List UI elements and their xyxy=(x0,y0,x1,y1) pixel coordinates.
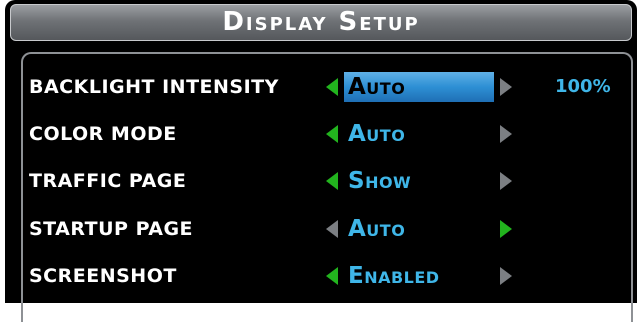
setting-row-color-mode[interactable]: COLOR MODE Auto xyxy=(0,116,637,150)
setting-label: SCREENSHOT xyxy=(29,265,177,287)
setting-label: TRAFFIC PAGE xyxy=(29,170,187,192)
setting-value: Auto xyxy=(348,121,406,147)
backlight-intensity-value-field[interactable]: Auto xyxy=(344,72,494,102)
setting-value: Enabled xyxy=(348,263,440,289)
arrow-right-icon[interactable] xyxy=(500,220,512,238)
setting-label: STARTUP PAGE xyxy=(29,218,194,240)
arrow-left-icon[interactable] xyxy=(326,220,338,238)
setting-value: Show xyxy=(348,168,412,194)
arrow-right-icon[interactable] xyxy=(500,267,512,285)
setting-row-backlight-intensity[interactable]: BACKLIGHT INTENSITY Auto 100% xyxy=(0,69,637,103)
arrow-left-icon[interactable] xyxy=(326,172,338,190)
setting-value: Auto xyxy=(348,216,406,242)
setting-label: COLOR MODE xyxy=(29,123,177,145)
arrow-right-icon[interactable] xyxy=(500,125,512,143)
arrow-right-icon[interactable] xyxy=(500,78,512,96)
backlight-percent: 100% xyxy=(555,76,611,97)
arrow-left-icon[interactable] xyxy=(326,125,338,143)
setting-value: Auto xyxy=(348,74,406,100)
setting-label: BACKLIGHT INTENSITY xyxy=(29,76,279,98)
arrow-left-icon[interactable] xyxy=(326,78,338,96)
startup-page-value-field[interactable]: Auto xyxy=(344,214,494,244)
arrow-left-icon[interactable] xyxy=(326,267,338,285)
page-title: Display Setup xyxy=(222,7,420,37)
setting-row-screenshot[interactable]: SCREENSHOT Enabled xyxy=(0,258,637,292)
setting-row-traffic-page[interactable]: TRAFFIC PAGE Show xyxy=(0,163,637,197)
color-mode-value-field[interactable]: Auto xyxy=(344,119,494,149)
arrow-right-icon[interactable] xyxy=(500,172,512,190)
screenshot-value-field[interactable]: Enabled xyxy=(344,261,494,291)
title-bar: Display Setup xyxy=(10,4,632,41)
traffic-page-value-field[interactable]: Show xyxy=(344,166,494,196)
setting-row-startup-page[interactable]: STARTUP PAGE Auto xyxy=(0,211,637,245)
